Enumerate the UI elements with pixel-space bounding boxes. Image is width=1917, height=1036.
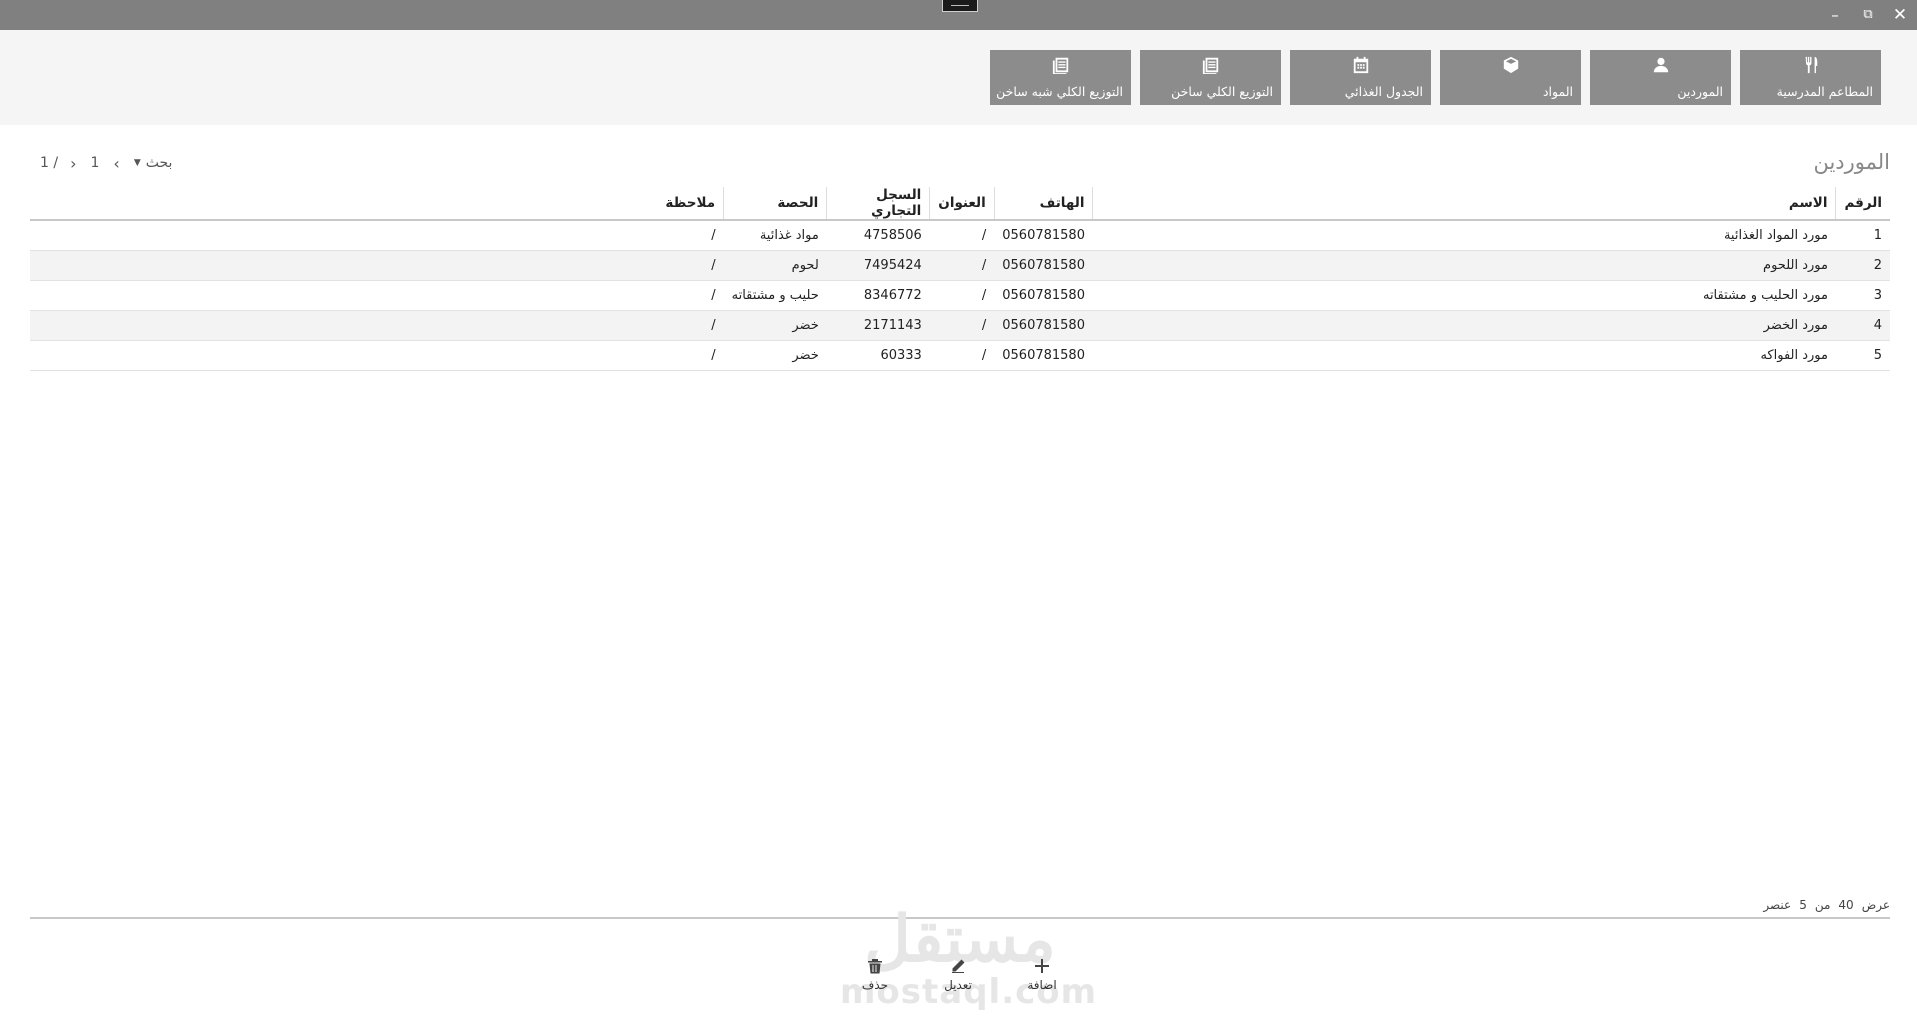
- document-list-icon: [990, 56, 1131, 78]
- cutlery-icon: [1740, 56, 1881, 78]
- cell-note: /: [30, 250, 724, 281]
- calendar-icon: [1290, 56, 1431, 78]
- cell-register: 7495424: [826, 250, 930, 281]
- cell-num: 2: [1835, 250, 1890, 281]
- cell-note: /: [30, 340, 724, 371]
- header-num[interactable]: الرقم: [1835, 187, 1890, 221]
- cell-address: /: [929, 340, 995, 371]
- tile-suppliers[interactable]: الموردين: [1590, 50, 1731, 105]
- cell-num: 4: [1835, 310, 1890, 341]
- tile-label: التوزيع الكلي شبه ساخن: [996, 84, 1123, 99]
- cell-phone: 0560781580: [994, 250, 1093, 281]
- page-total: 1 /: [40, 155, 59, 171]
- count-shown: 40: [1838, 898, 1854, 912]
- count-total: 5: [1799, 898, 1807, 912]
- footer-divider: [30, 917, 1890, 919]
- window-title-bar: – ⧉ ✕: [0, 0, 1917, 30]
- chevron-right-icon[interactable]: ›: [70, 154, 76, 173]
- cell-note: /: [30, 310, 724, 341]
- header-share[interactable]: الحصة: [723, 187, 827, 221]
- table-row[interactable]: 5 مورد الفواكه 0560781580 / 60333 خضر /: [30, 340, 1890, 371]
- document-list-icon: [1140, 56, 1281, 78]
- count-of-label: من: [1814, 898, 1831, 912]
- tile-hot-distribution[interactable]: التوزيع الكلي ساخن: [1140, 50, 1281, 105]
- header-register[interactable]: السجل التجاري: [826, 187, 930, 221]
- table-row[interactable]: 1 مورد المواد الغذائية 0560781580 / 4758…: [30, 220, 1890, 251]
- cell-register: 4758506: [826, 220, 930, 251]
- cube-icon: [1440, 56, 1581, 78]
- user-icon: [1590, 56, 1731, 78]
- header-note[interactable]: ملاحظة: [30, 187, 724, 221]
- cell-name: مورد اللحوم: [1092, 250, 1836, 281]
- edit-label: تعديل: [944, 978, 972, 992]
- tile-label: المطاعم المدرسية: [1776, 84, 1873, 99]
- pencil-icon: [933, 957, 983, 977]
- cell-name: مورد الحليب و مشتقاته: [1092, 280, 1836, 311]
- tile-semi-hot-distribution[interactable]: التوزيع الكلي شبه ساخن: [990, 50, 1131, 105]
- page-title: الموردين: [1813, 150, 1890, 174]
- table-row[interactable]: 2 مورد اللحوم 0560781580 / 7495424 لحوم …: [30, 250, 1890, 281]
- delete-label: حذف: [861, 978, 889, 992]
- cell-num: 3: [1835, 280, 1890, 311]
- cell-register: 2171143: [826, 310, 930, 341]
- header-phone[interactable]: الهاتف: [993, 187, 1093, 221]
- cell-register: 8346772: [826, 280, 930, 311]
- tile-food-schedule[interactable]: الجدول الغذائي: [1290, 50, 1431, 105]
- cell-register: 60333: [826, 340, 930, 371]
- cell-phone: 0560781580: [994, 310, 1093, 341]
- cell-name: مورد المواد الغذائية: [1092, 220, 1836, 251]
- delete-button[interactable]: حذف: [850, 957, 900, 999]
- items-count: عرض 40 من 5 عنصر: [1755, 898, 1890, 912]
- cell-name: مورد الفواكه: [1092, 340, 1836, 371]
- cell-phone: 0560781580: [994, 280, 1093, 311]
- cell-address: /: [929, 310, 995, 341]
- cell-share: لحوم: [723, 250, 827, 281]
- cell-address: /: [929, 280, 995, 311]
- trash-icon: [850, 957, 900, 977]
- table-header-row: الرقم الاسم الهاتف العنوان السجل التجاري…: [30, 187, 1890, 221]
- tile-label: الموردين: [1677, 84, 1723, 99]
- tile-label: التوزيع الكلي ساخن: [1171, 84, 1273, 99]
- minimize-button[interactable]: –: [1823, 5, 1847, 25]
- cell-share: خضر: [723, 340, 827, 371]
- header-name[interactable]: الاسم: [1092, 187, 1836, 221]
- cell-note: /: [30, 280, 724, 311]
- caret-down-icon[interactable]: ▼: [134, 158, 141, 168]
- add-label: اضافة: [1027, 978, 1057, 992]
- tile-school-restaurants[interactable]: المطاعم المدرسية: [1740, 50, 1881, 105]
- cell-address: /: [929, 250, 995, 281]
- restore-button[interactable]: ⧉: [1856, 5, 1880, 25]
- add-button[interactable]: اضافة: [1017, 957, 1067, 999]
- window-drag-handle[interactable]: [942, 0, 978, 12]
- current-page: 1: [90, 155, 100, 171]
- suppliers-table: الرقم الاسم الهاتف العنوان السجل التجاري…: [30, 187, 1890, 371]
- pager: 1 / › 1 ‹ ▼ بحث: [40, 152, 172, 174]
- cell-address: /: [929, 220, 995, 251]
- close-button[interactable]: ✕: [1888, 5, 1912, 25]
- count-unit: عنصر: [1763, 898, 1792, 912]
- cell-share: حليب و مشتقاته: [723, 280, 827, 311]
- tile-label: المواد: [1542, 84, 1573, 99]
- table-row[interactable]: 3 مورد الحليب و مشتقاته 0560781580 / 834…: [30, 280, 1890, 311]
- plus-icon: [1017, 957, 1067, 977]
- module-toolbar: المطاعم المدرسية الموردين المواد الجدول …: [0, 30, 1917, 125]
- cell-name: مورد الخضر: [1092, 310, 1836, 341]
- cell-num: 5: [1835, 340, 1890, 371]
- tile-materials[interactable]: المواد: [1440, 50, 1581, 105]
- edit-button[interactable]: تعديل: [933, 957, 983, 999]
- search-dropdown[interactable]: بحث: [146, 155, 173, 171]
- count-show-label: عرض: [1861, 898, 1890, 912]
- cell-phone: 0560781580: [994, 340, 1093, 371]
- chevron-left-icon[interactable]: ‹: [113, 154, 119, 173]
- tile-label: الجدول الغذائي: [1344, 84, 1423, 99]
- cell-num: 1: [1835, 220, 1890, 251]
- cell-share: مواد غذائية: [723, 220, 827, 251]
- cell-phone: 0560781580: [994, 220, 1093, 251]
- cell-share: خضر: [723, 310, 827, 341]
- header-address[interactable]: العنوان: [929, 187, 995, 221]
- cell-note: /: [30, 220, 724, 251]
- table-row[interactable]: 4 مورد الخضر 0560781580 / 2171143 خضر /: [30, 310, 1890, 341]
